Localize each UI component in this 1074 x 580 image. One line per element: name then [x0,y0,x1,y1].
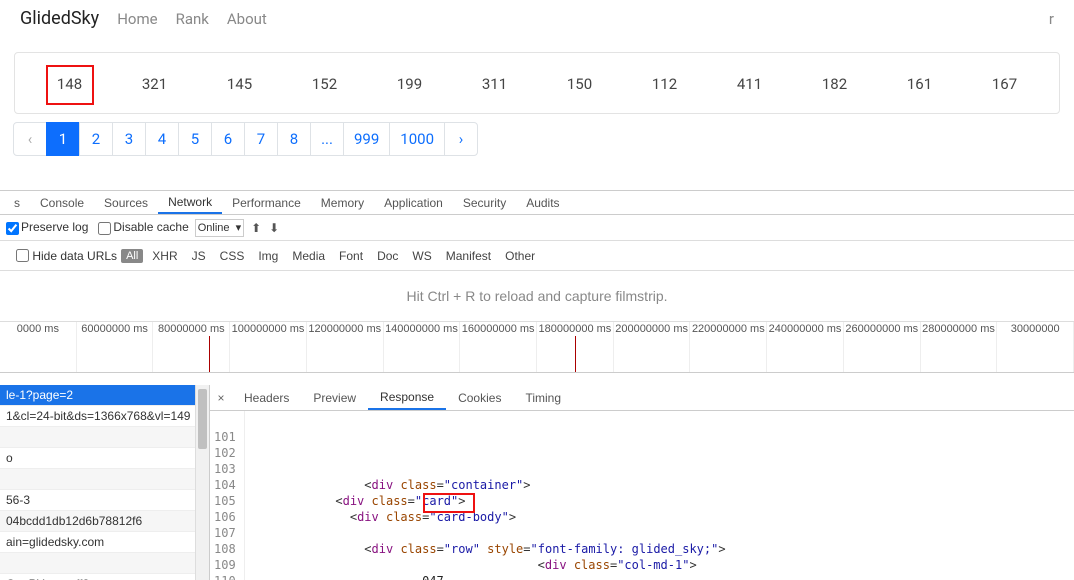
hide-data-urls-checkbox[interactable] [16,249,29,262]
request-item[interactable]: 1&cl=24-bit&ds=1366x768&vl=149 [0,406,209,427]
page-...[interactable]: ... [310,122,344,156]
nav-rank[interactable]: Rank [176,10,209,28]
filter-media[interactable]: Media [287,249,330,263]
devtools-tab-application[interactable]: Application [374,191,453,214]
devtools-tab-audits[interactable]: Audits [516,191,569,214]
number-item: 161 [877,75,962,93]
response-tab-cookies[interactable]: Cookies [446,385,513,410]
nav-about[interactable]: About [227,10,267,28]
response-tab-response[interactable]: Response [368,385,446,410]
number-item: 167 [962,75,1047,93]
preserve-log[interactable]: Preserve log [2,220,88,234]
number-item: 199 [367,75,452,93]
request-item[interactable] [0,427,209,448]
filter-other[interactable]: Other [500,249,540,263]
page-999[interactable]: 999 [343,122,390,156]
throttle-select[interactable]: Online ▾ [195,219,244,237]
number-item: 148 [27,75,112,93]
scrollbar[interactable] [195,385,209,580]
response-tabs: × HeadersPreviewResponseCookiesTiming [210,385,1074,411]
page-next[interactable]: › [444,122,478,156]
timeline[interactable]: 0000 ms60000000 ms80000000 ms100000000 m… [0,321,1074,373]
number-item: 311 [452,75,537,93]
disable-cache[interactable]: Disable cache [94,220,188,234]
pagination: ‹12345678...9991000› [14,122,1074,156]
hide-data-urls[interactable]: Hide data URLs [16,249,117,263]
filter-css[interactable]: CSS [215,249,250,263]
filter-manifest[interactable]: Manifest [441,249,496,263]
preserve-log-checkbox[interactable] [6,222,19,235]
response-panel: × HeadersPreviewResponseCookiesTiming 10… [210,385,1074,580]
number-item: 321 [112,75,197,93]
filter-ws[interactable]: WS [407,249,436,263]
devtools-tab-console[interactable]: Console [30,191,94,214]
devtools-tab-sources[interactable]: Sources [94,191,158,214]
request-item[interactable]: ain=glidedsky.com [0,532,209,553]
number-item: 182 [792,75,877,93]
request-item[interactable] [0,553,209,574]
page-5[interactable]: 5 [178,122,212,156]
request-item[interactable]: o [0,448,209,469]
request-item[interactable]: QuaPYsa.woff? [0,574,209,580]
filmstrip-hint: Hit Ctrl + R to reload and capture films… [0,271,1074,321]
filter-font[interactable]: Font [334,249,368,263]
upload-icon[interactable]: ⬆ [250,221,262,235]
request-item[interactable]: le-1?page=2 [0,385,209,406]
filter-js[interactable]: JS [187,249,211,263]
response-tab-headers[interactable]: Headers [232,385,301,410]
request-list[interactable]: le-1?page=21&cl=24-bit&ds=1366x768&vl=14… [0,385,210,580]
brand[interactable]: GlidedSky [20,8,99,29]
page-prev[interactable]: ‹ [13,122,47,156]
scroll-thumb[interactable] [198,389,207,449]
number-item: 145 [197,75,282,93]
devtools-tab-memory[interactable]: Memory [311,191,374,214]
numbers-card: 148321145152199311150112411182161167 [14,52,1060,114]
request-item[interactable]: 04bcdd1db12d6b78812f6 [0,511,209,532]
page-6[interactable]: 6 [211,122,245,156]
nav-home[interactable]: Home [117,10,157,28]
highlight-box [423,493,475,513]
page-active[interactable]: 1 [46,122,80,156]
filter-doc[interactable]: Doc [372,249,403,263]
page-8[interactable]: 8 [277,122,311,156]
response-tab-timing[interactable]: Timing [513,385,573,410]
page-2[interactable]: 2 [79,122,113,156]
response-tab-preview[interactable]: Preview [301,385,368,410]
page-7[interactable]: 7 [244,122,278,156]
filter-all[interactable]: All [121,249,143,263]
devtools-tab-performance[interactable]: Performance [222,191,311,214]
number-item: 150 [537,75,622,93]
network-toolbar: Preserve log Disable cache Online ▾ ⬆ ⬇ [0,215,1074,241]
page-3[interactable]: 3 [112,122,146,156]
disable-cache-checkbox[interactable] [98,222,111,235]
number-item: 411 [707,75,792,93]
devtools-tab-network[interactable]: Network [158,191,222,214]
close-icon[interactable]: × [210,391,232,405]
request-item[interactable]: 56-3 [0,490,209,511]
devtools: s ConsoleSourcesNetworkPerformanceMemory… [0,190,1074,580]
request-item[interactable] [0,469,209,490]
download-icon[interactable]: ⬇ [268,221,280,235]
filter-xhr[interactable]: XHR [147,249,182,263]
devtools-tab-trunc: s [4,191,30,214]
devtools-tabs: s ConsoleSourcesNetworkPerformanceMemory… [0,191,1074,215]
numbers-row: 148321145152199311150112411182161167 [21,75,1053,93]
page-1000[interactable]: 1000 [389,122,445,156]
devtools-tab-security[interactable]: Security [453,191,516,214]
network-filter: Hide data URLs All XHR JS CSSImg Media Font D… [0,241,1074,271]
nav-login[interactable]: r [1049,10,1054,28]
page-4[interactable]: 4 [145,122,179,156]
filter-img[interactable]: Img [253,249,283,263]
response-body[interactable]: 101102103104105106107108109110111112113 … [210,411,1074,580]
number-item: 112 [622,75,707,93]
navbar: GlidedSky Home Rank About r [0,0,1074,38]
number-item: 152 [282,75,367,93]
